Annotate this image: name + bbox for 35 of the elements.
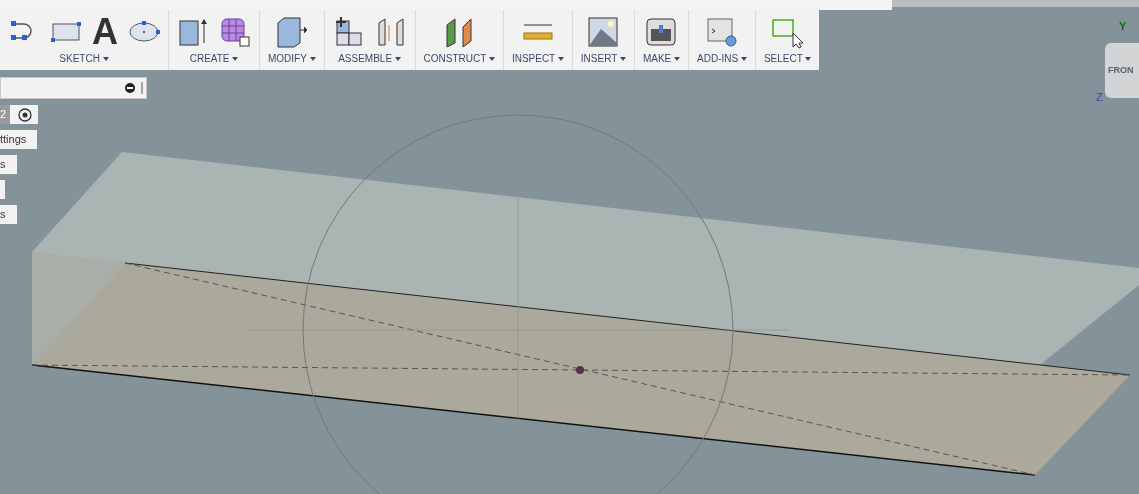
search-field[interactable] [0,77,147,99]
view-cube[interactable]: FRON [1105,43,1139,98]
target-icon[interactable] [18,108,33,123]
minus-icon[interactable] [125,83,135,93]
caret-icon [488,57,495,62]
caret-icon [740,57,747,62]
toolbar-menu-button[interactable]: ASSEMBLE [338,52,401,66]
toolbar-menu-button[interactable]: CREATE [189,52,239,66]
caret-icon [102,57,109,62]
grip-icon [141,82,144,94]
toolbar-menu-button[interactable]: CONSTRUCT [423,52,495,66]
panel-button[interactable]: s [0,155,17,174]
caret-icon [674,57,681,62]
console-gear-icon[interactable] [706,15,738,49]
caret-icon [309,57,316,62]
y-axis-label: Y [1119,19,1127,34]
landscape-image-icon[interactable] [587,15,620,49]
toolbar-menu-button[interactable]: INSERT [580,52,626,66]
toolbar-menu-button[interactable]: ADD-INS [697,52,747,66]
caret-icon [232,57,239,62]
z-axis-label: Z [1096,90,1103,105]
toolbar-menu-button[interactable]: SKETCH [59,52,109,66]
toolbar-menu-button[interactable]: SELECT [763,52,812,66]
printer-icon[interactable] [645,15,678,49]
caret-icon [805,57,812,62]
caret-icon [619,57,626,62]
panel-button[interactable]: s [0,205,17,224]
text-tool-icon[interactable]: A [92,14,118,50]
toolbar-menu-button[interactable]: MODIFY [268,52,316,66]
toolbar-menu-button[interactable]: MAKE [642,52,681,66]
panel-button[interactable]: ttings [0,130,38,149]
caret-icon [394,57,401,62]
grid-solid-icon[interactable] [219,15,251,49]
toolbar-menu-button[interactable]: INSPECT [511,52,564,66]
caret-icon [557,57,564,62]
